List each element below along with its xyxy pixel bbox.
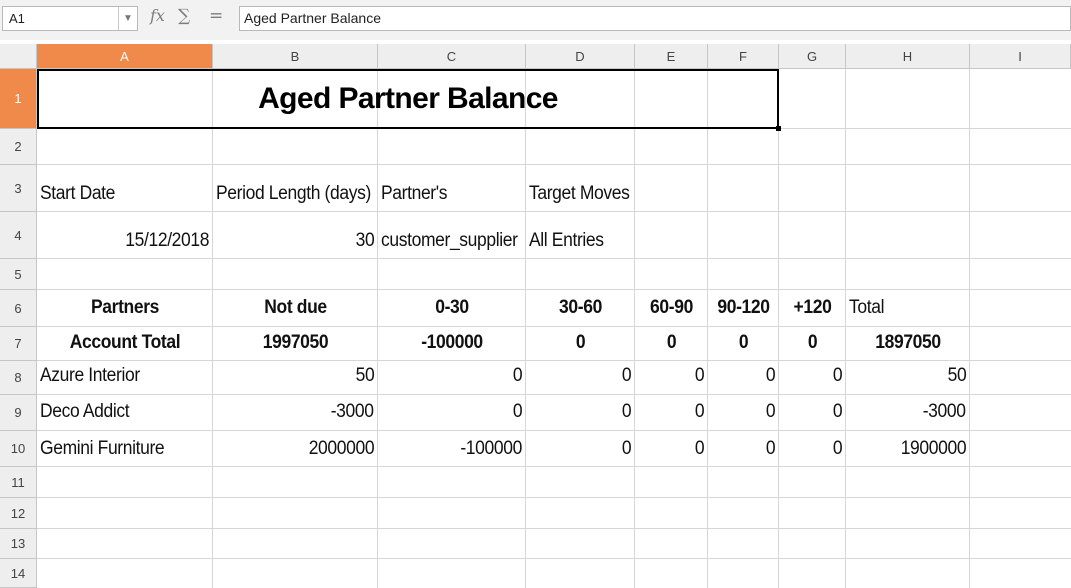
row-header-5[interactable]: 5	[0, 259, 37, 290]
header-total[interactable]: Total	[849, 297, 884, 319]
partner-60-90[interactable]: 0	[695, 365, 705, 387]
row-header-13[interactable]: 13	[0, 529, 37, 559]
column-header-a[interactable]: A	[37, 44, 213, 69]
account-total-label[interactable]: Account Total	[44, 332, 206, 354]
column-header-b[interactable]: B	[213, 44, 378, 69]
header-partners[interactable]: Partners	[44, 297, 206, 319]
partner-not-due[interactable]: 2000000	[309, 438, 375, 460]
row-header-7[interactable]: 7	[0, 327, 37, 361]
column-header-h[interactable]: H	[846, 44, 970, 69]
partner-not-due[interactable]: -3000	[331, 401, 374, 423]
header-30-60[interactable]: 30-60	[530, 297, 630, 319]
column-header-f[interactable]: F	[708, 44, 779, 69]
partner-120-plus[interactable]: 0	[833, 365, 843, 387]
row-header-6[interactable]: 6	[0, 290, 37, 327]
label-partners-type[interactable]: Partner's	[381, 183, 447, 205]
header-60-90[interactable]: 60-90	[638, 297, 705, 319]
row-header-3[interactable]: 3	[0, 165, 37, 212]
select-all-corner[interactable]	[0, 44, 37, 69]
partner-0-30[interactable]: 0	[513, 365, 523, 387]
account-total-not-due[interactable]: 1997050	[220, 332, 372, 354]
partner-not-due[interactable]: 50	[355, 365, 374, 387]
column-header-e[interactable]: E	[635, 44, 708, 69]
partner-90-120[interactable]: 0	[766, 401, 776, 423]
formula-bar: A1 ▼ fx ∑ = Aged Partner Balance	[0, 0, 1071, 40]
name-box[interactable]: A1 ▼	[2, 6, 138, 31]
fill-handle[interactable]	[776, 126, 781, 131]
partner-60-90[interactable]: 0	[695, 438, 705, 460]
function-wizard-icon[interactable]: fx	[150, 6, 165, 25]
row-header-12[interactable]: 12	[0, 498, 37, 529]
row-header-10[interactable]: 10	[0, 431, 37, 467]
formula-input[interactable]: Aged Partner Balance	[239, 6, 1071, 31]
partner-name[interactable]: Azure Interior	[40, 365, 140, 387]
formula-icon[interactable]: =	[209, 6, 223, 26]
partner-30-60[interactable]: 0	[622, 438, 632, 460]
header-not-due[interactable]: Not due	[220, 297, 372, 319]
label-period-length[interactable]: Period Length (days)	[216, 183, 371, 205]
partner-90-120[interactable]: 0	[766, 438, 776, 460]
partner-total[interactable]: -3000	[923, 401, 966, 423]
header-90-120[interactable]: 90-120	[711, 297, 776, 319]
row-header-11[interactable]: 11	[0, 467, 37, 498]
value-start-date[interactable]: 15/12/2018	[125, 230, 209, 252]
partner-90-120[interactable]: 0	[766, 365, 776, 387]
label-start-date[interactable]: Start Date	[40, 183, 115, 205]
row-header-4[interactable]: 4	[0, 212, 37, 259]
account-total-60-90[interactable]: 0	[638, 332, 705, 354]
account-total-30-60[interactable]: 0	[530, 332, 630, 354]
cell-grid[interactable]	[37, 69, 1071, 588]
row-header-9[interactable]: 9	[0, 395, 37, 431]
column-header-c[interactable]: C	[378, 44, 526, 69]
value-target-moves[interactable]: All Entries	[529, 230, 604, 252]
header-0-30[interactable]: 0-30	[384, 297, 520, 319]
partner-name[interactable]: Gemini Furniture	[40, 438, 165, 460]
cell-a1-title[interactable]: Aged Partner Balance	[37, 69, 779, 129]
partner-total[interactable]: 50	[947, 365, 966, 387]
partner-60-90[interactable]: 0	[695, 401, 705, 423]
header-120-plus[interactable]: +120	[782, 297, 844, 319]
label-target-moves[interactable]: Target Moves	[529, 183, 630, 205]
partner-30-60[interactable]: 0	[622, 401, 632, 423]
partner-total[interactable]: 1900000	[901, 438, 967, 460]
chevron-down-icon[interactable]: ▼	[118, 7, 137, 30]
partner-30-60[interactable]: 0	[622, 365, 632, 387]
column-header-i[interactable]: I	[970, 44, 1071, 69]
value-partners-type[interactable]: customer_supplier	[381, 230, 518, 252]
partner-name[interactable]: Deco Addict	[40, 401, 130, 423]
formula-input-value: Aged Partner Balance	[244, 10, 381, 26]
row-header-8[interactable]: 8	[0, 361, 37, 395]
partner-0-30[interactable]: -100000	[460, 438, 522, 460]
partner-0-30[interactable]: 0	[513, 401, 523, 423]
report-title: Aged Partner Balance	[258, 82, 558, 115]
account-total-0-30[interactable]: -100000	[384, 332, 520, 354]
partner-120-plus[interactable]: 0	[833, 401, 843, 423]
account-total-total[interactable]: 1897050	[851, 332, 965, 354]
account-total-120-plus[interactable]: 0	[782, 332, 844, 354]
partner-120-plus[interactable]: 0	[833, 438, 843, 460]
sum-icon[interactable]: ∑	[178, 6, 190, 26]
column-header-g[interactable]: G	[779, 44, 846, 69]
name-box-value: A1	[9, 11, 25, 26]
row-header-1[interactable]: 1	[0, 69, 37, 129]
account-total-90-120[interactable]: 0	[711, 332, 776, 354]
row-header-14[interactable]: 14	[0, 559, 37, 588]
value-period-length[interactable]: 30	[355, 230, 374, 252]
row-header-2[interactable]: 2	[0, 129, 37, 165]
column-header-d[interactable]: D	[526, 44, 635, 69]
